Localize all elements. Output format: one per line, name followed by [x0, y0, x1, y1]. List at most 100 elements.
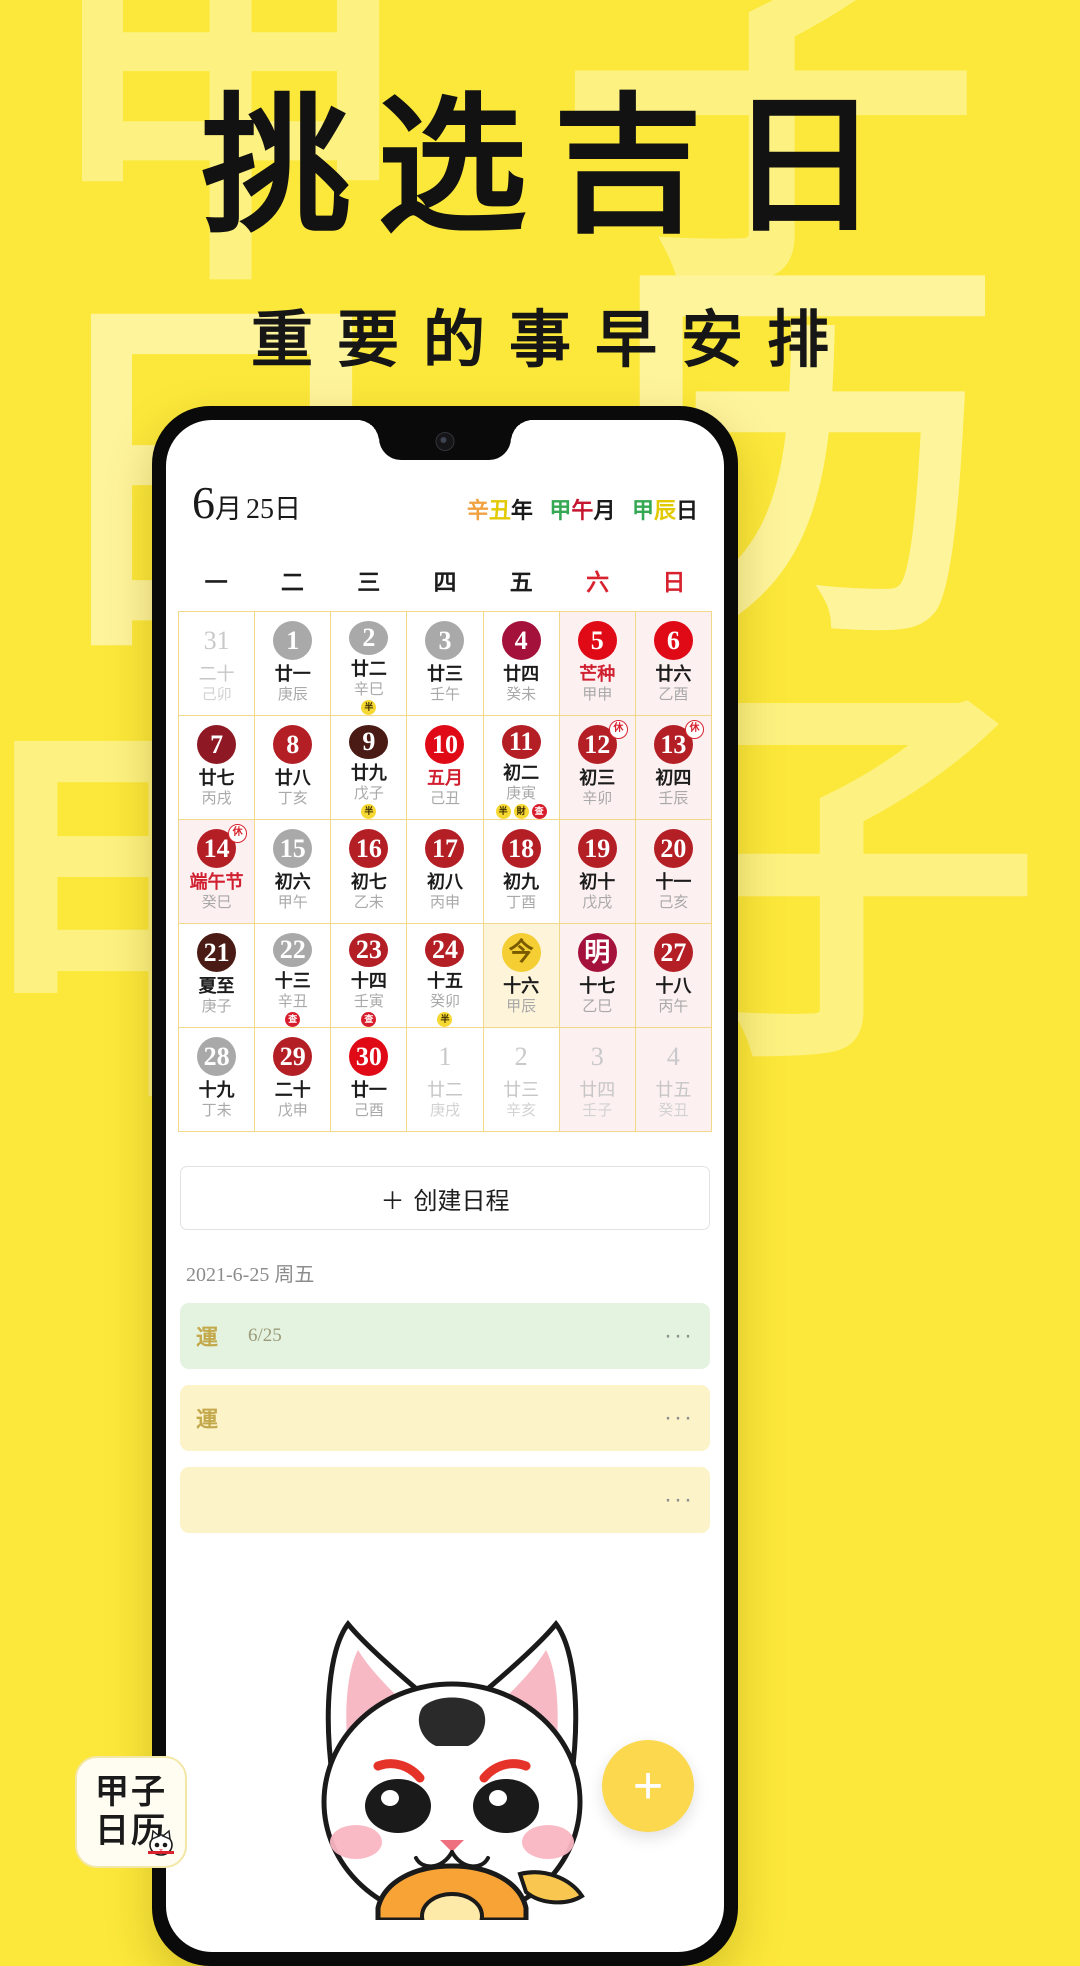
- calendar-day-cell[interactable]: 24 十五 癸卯半: [407, 924, 484, 1028]
- ganzhi-year-b: 丑: [488, 498, 511, 523]
- calendar-day-cell[interactable]: 今十六 甲辰: [483, 924, 560, 1028]
- calendar-day-cell[interactable]: 19 初十 戊戌: [559, 820, 636, 924]
- day-number: 27: [653, 933, 693, 972]
- schedule-event-item[interactable]: ···: [180, 1467, 710, 1533]
- calendar-day-cell[interactable]: 明十七 乙巳: [559, 924, 636, 1028]
- calendar-day-cell[interactable]: 8 廿八 丁亥: [255, 716, 332, 820]
- rest-day-badge: 休: [608, 720, 628, 739]
- schedule-event-list[interactable]: 運 6/25 ··· 運 ··· ···: [166, 1303, 724, 1533]
- poster-headline: 挑选吉日: [200, 85, 905, 251]
- lunar-label: 廿五: [655, 1080, 692, 1100]
- calendar-day-cell[interactable]: 27 十八 丙午: [635, 924, 712, 1028]
- create-schedule-button[interactable]: ＋ 创建日程: [180, 1166, 710, 1230]
- calendar-day-cell[interactable]: 9 廿九 戊子半: [331, 716, 408, 820]
- lunar-label: 十一: [655, 872, 692, 892]
- front-camera-icon: [435, 432, 455, 451]
- day-badges: 查: [361, 1012, 377, 1027]
- calendar-day-cell[interactable]: 31 二十 己卯: [179, 612, 256, 716]
- day-badge: 查: [361, 1012, 377, 1027]
- weekday-6: 六: [586, 570, 610, 595]
- ganzhi-label: 甲午: [277, 894, 308, 911]
- calendar-day-cell[interactable]: 1 廿二 庚戌: [407, 1028, 484, 1132]
- calendar-day-cell[interactable]: 30 廿一 己酉: [331, 1028, 408, 1132]
- ganzhi-label: 庚寅: [506, 785, 537, 802]
- schedule-event-item[interactable]: 運 6/25 ···: [180, 1303, 710, 1369]
- ganzhi-label: 己酉: [353, 1102, 384, 1119]
- calendar-grid[interactable]: 31 二十 己卯 1 廿一 庚辰 2 廿二 辛巳半 3 廿三 壬午 4 廿四 癸未 5 芒种 甲申 6 廿六 乙酉 7 廿七…: [178, 611, 712, 1132]
- month-value: 6: [192, 477, 215, 528]
- day-badge: 半: [495, 804, 511, 819]
- day-badges: 半: [437, 1012, 453, 1027]
- day-number: 5: [577, 621, 617, 660]
- ganzhi-day-a: 甲: [631, 498, 654, 523]
- day-number: 24: [425, 933, 465, 967]
- day-number: 11: [501, 725, 541, 759]
- ganzhi-day-suffix: 日: [675, 498, 698, 523]
- logo-cat-icon: [148, 1829, 174, 1856]
- calendar-day-cell[interactable]: 11 初二 庚寅半財查: [483, 716, 560, 820]
- lunar-label: 十七: [579, 976, 616, 996]
- ganzhi-label: 庚子: [201, 998, 232, 1015]
- schedule-event-item[interactable]: 運 ···: [180, 1385, 710, 1451]
- calendar-day-cell[interactable]: 7 廿七 丙戌: [179, 716, 256, 820]
- calendar-day-cell[interactable]: 28 十九 丁未: [179, 1028, 256, 1132]
- calendar-day-cell[interactable]: 2 廿二 辛巳半: [331, 612, 408, 716]
- ganzhi-label: 甲申: [582, 686, 613, 703]
- calendar-day-cell[interactable]: 23 十四 壬寅查: [331, 924, 408, 1028]
- ganzhi-label: 戊子: [353, 785, 384, 802]
- mascot-cat: [321, 1619, 585, 1920]
- day-badge: 半: [361, 700, 377, 715]
- day-number: 1: [438, 1041, 452, 1071]
- calendar-day-cell[interactable]: 2 廿三 辛亥: [483, 1028, 560, 1132]
- lunar-label: 廿二: [426, 1080, 463, 1100]
- schedule-date-label: 2021-6-25 周五: [186, 1264, 315, 1286]
- calendar-day-cell[interactable]: 22 十三 辛丑查: [255, 924, 332, 1028]
- calendar-day-cell[interactable]: 5 芒种 甲申: [559, 612, 636, 716]
- calendar-day-cell[interactable]: 29 二十 戊申: [255, 1028, 332, 1132]
- calendar-day-cell[interactable]: 16 初七 乙未: [331, 820, 408, 924]
- lunar-label: 廿六: [655, 664, 692, 684]
- day-number: 15: [273, 829, 313, 868]
- day-number: 22: [273, 933, 313, 967]
- lunar-label: 廿一: [274, 664, 311, 684]
- calendar-day-cell[interactable]: 4 廿四 癸未: [483, 612, 560, 716]
- ganzhi-month-suffix: 月: [593, 498, 616, 523]
- calendar-day-cell[interactable]: 10 五月 己丑: [407, 716, 484, 820]
- day-number: 今: [501, 933, 541, 972]
- lunar-label: 初三: [579, 768, 616, 788]
- calendar-day-cell[interactable]: 3 廿四 壬子: [559, 1028, 636, 1132]
- ganzhi-year: 辛丑年: [467, 498, 533, 523]
- ganzhi-month-a: 甲: [549, 498, 572, 523]
- calendar-day-cell[interactable]: 17 初八 丙申: [407, 820, 484, 924]
- lunar-label: 初十: [579, 872, 616, 892]
- day-number: 23: [349, 933, 389, 967]
- calendar-day-cell[interactable]: 21 夏至 庚子: [179, 924, 256, 1028]
- calendar-day-cell[interactable]: 3 廿三 壬午: [407, 612, 484, 716]
- calendar-day-cell[interactable]: 20 十一 己亥: [635, 820, 712, 924]
- poster-headline-block: 挑选吉日 重要的事早安排: [0, 80, 1080, 379]
- ganzhi-label: 辛巳: [353, 681, 384, 698]
- calendar-day-cell[interactable]: 15 初六 甲午: [255, 820, 332, 924]
- event-more-icon[interactable]: ···: [664, 1486, 694, 1514]
- calendar-day-cell[interactable]: 6 廿六 乙酉: [635, 612, 712, 716]
- calendar-day-cell[interactable]: 休 14 端午节 癸巳: [179, 820, 256, 924]
- event-tag: 運: [196, 1407, 219, 1432]
- day-number: 6: [653, 621, 693, 660]
- calendar-day-cell[interactable]: 1 廿一 庚辰: [255, 612, 332, 716]
- lunar-label: 十四: [350, 970, 387, 991]
- event-more-icon[interactable]: ···: [664, 1404, 694, 1432]
- day-badges: 半財查: [495, 804, 547, 819]
- calendar-day-cell[interactable]: 休 12 初三 辛卯: [559, 716, 636, 820]
- day-number: 7: [197, 725, 237, 764]
- day-badge: 查: [285, 1012, 301, 1027]
- calendar-day-cell[interactable]: 18 初九 丁酉: [483, 820, 560, 924]
- day-number: 16: [349, 829, 389, 868]
- calendar-day-cell[interactable]: 休 13 初四 壬辰: [635, 716, 712, 820]
- ganzhi-label: 癸未: [506, 686, 537, 703]
- lunar-label: 廿八: [274, 768, 311, 788]
- calendar-day-cell[interactable]: 4 廿五 癸丑: [635, 1028, 712, 1132]
- day-number: 2: [349, 621, 389, 655]
- day-number: 1: [273, 621, 313, 660]
- event-more-icon[interactable]: ···: [664, 1322, 694, 1350]
- current-date-title[interactable]: 6月 25日: [192, 476, 301, 529]
